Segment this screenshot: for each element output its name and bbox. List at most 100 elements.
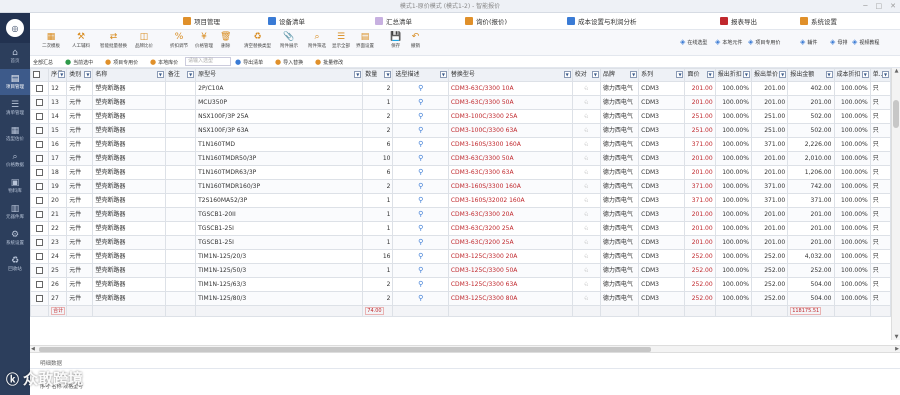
column-header[interactable]: 面价 ▼ xyxy=(684,68,716,82)
column-filter-icon[interactable]: ▼ xyxy=(384,71,392,78)
filter-input[interactable]: 请输入选型 xyxy=(185,57,231,66)
top-menu-item[interactable]: 设备清单 xyxy=(268,16,305,26)
location-pin-icon[interactable]: ⚲ xyxy=(418,238,423,246)
row-checkbox[interactable] xyxy=(36,280,44,288)
cell-select[interactable] xyxy=(30,277,50,292)
toolbar-right-button[interactable]: ◈ 母排 xyxy=(830,38,847,46)
row-checkbox[interactable] xyxy=(36,238,44,246)
column-header[interactable]: 报出金额 ▼ xyxy=(787,68,835,82)
toolbar2-button[interactable]: ● 项目专用价 xyxy=(105,57,138,67)
cell-select[interactable] xyxy=(30,81,50,96)
column-header[interactable]: 报出单价 ▼ xyxy=(750,68,789,82)
column-header[interactable]: 选型描述 ▼ xyxy=(392,68,449,82)
cell-select[interactable] xyxy=(30,95,50,110)
toolbar-button[interactable]: ⚒ 人工辅料 xyxy=(72,32,90,49)
table-row[interactable]: 17 元件 塑壳断路器 T1N160TMDR50/3P 10 ⚲ CDM3-63C/3300… xyxy=(30,151,891,166)
row-checkbox[interactable] xyxy=(36,98,44,106)
table-row[interactable]: 16 元件 塑壳断路器 T1N160TMD 6 ⚲ CDM3-160S/3300 160A ♘… xyxy=(30,137,891,152)
cell-select[interactable] xyxy=(30,193,50,208)
sidebar-item[interactable]: ⚙ 系统设置 xyxy=(0,225,30,251)
toolbar-button[interactable]: 💾 保存 xyxy=(390,32,401,49)
column-filter-icon[interactable]: ▼ xyxy=(591,71,599,78)
sidebar-item[interactable]: ☰ 清单管理 xyxy=(0,95,30,121)
column-filter-icon[interactable]: ▼ xyxy=(354,71,362,78)
location-pin-icon[interactable]: ⚲ xyxy=(418,182,423,190)
column-header[interactable]: 校对 ▼ xyxy=(571,68,601,82)
cell-select[interactable] xyxy=(30,235,50,250)
sidebar-item[interactable]: ▥ 元器件库 xyxy=(0,199,30,225)
row-checkbox[interactable] xyxy=(36,196,44,204)
toolbar-button[interactable]: ¥ 价格管理 xyxy=(195,32,213,49)
location-pin-icon[interactable]: ⚲ xyxy=(418,84,423,92)
top-menu-item[interactable]: 成本设置与利润分析 xyxy=(567,16,637,26)
sidebar-item[interactable]: ⌕ 价格数据 xyxy=(0,147,30,173)
toolbar-button[interactable]: % 折扣调节 xyxy=(170,32,188,49)
top-menu-item[interactable]: 询价(报价) xyxy=(465,16,507,26)
column-header[interactable]: 品牌 ▼ xyxy=(599,68,640,82)
column-filter-icon[interactable]: ▼ xyxy=(861,71,869,78)
column-header[interactable]: 类别 ▼ xyxy=(66,68,94,82)
location-pin-icon[interactable]: ⚲ xyxy=(418,98,423,106)
row-checkbox[interactable] xyxy=(36,294,44,302)
top-menu-item[interactable]: 汇总清单 xyxy=(375,16,412,26)
scroll-down-icon[interactable]: ▼ xyxy=(892,334,900,340)
column-header[interactable]: 名称 ▼ xyxy=(92,68,166,82)
row-checkbox[interactable] xyxy=(36,252,44,260)
column-header[interactable]: 成本折扣 ▼ xyxy=(833,68,871,82)
toolbar2-button[interactable]: ● 本地库价 xyxy=(150,57,178,67)
cell-select[interactable] xyxy=(30,179,50,194)
toolbar-right-button[interactable]: ◈ 本地元件 xyxy=(715,38,742,46)
column-header[interactable]: 替换型号 ▼ xyxy=(447,68,573,82)
toolbar-button[interactable]: ◫ 品牌比价 xyxy=(135,32,153,49)
column-filter-icon[interactable]: ▼ xyxy=(825,71,833,78)
column-header[interactable]: 序号 ▼ xyxy=(48,68,68,82)
toolbar-button[interactable]: ⇄ 智能批量替换 xyxy=(100,32,127,49)
table-row[interactable]: 12 元件 塑壳断路器 2P/C10A 2 ⚲ CDM3-63C/3300 10A ♘ 德力西电… xyxy=(30,81,891,96)
top-menu-item[interactable]: 项目管理 xyxy=(183,16,220,26)
cell-select[interactable] xyxy=(30,137,50,152)
scroll-thumb[interactable] xyxy=(893,100,899,128)
location-pin-icon[interactable]: ⚲ xyxy=(418,196,423,204)
cell-select[interactable] xyxy=(30,207,50,222)
table-row[interactable]: 23 元件 塑壳断路器 TGSCB1-25I 1 ⚲ CDM3-63C/3200 25A ♘ 德… xyxy=(30,235,891,250)
hscroll-thumb[interactable] xyxy=(39,347,651,352)
column-filter-icon[interactable]: ▼ xyxy=(156,71,164,78)
location-pin-icon[interactable]: ⚲ xyxy=(418,294,423,302)
select-all-checkbox[interactable] xyxy=(33,71,40,78)
column-header[interactable]: 单... ▼ xyxy=(869,68,891,82)
column-header[interactable]: 系列 ▼ xyxy=(638,68,686,82)
table-row[interactable]: 26 元件 塑壳断路器 TIM1N-125/63/3 2 ⚲ CDM3-125C/3300 … xyxy=(30,277,891,292)
toolbar2-button[interactable]: ● 批量修改 xyxy=(315,57,343,67)
toolbar-button[interactable]: ↶ 撤销 xyxy=(411,32,420,49)
location-pin-icon[interactable]: ⚲ xyxy=(418,112,423,120)
toolbar-right-button[interactable]: ◈ 在线选型 xyxy=(680,38,707,46)
column-filter-icon[interactable]: ▼ xyxy=(676,71,684,78)
scroll-up-icon[interactable]: ▲ xyxy=(892,68,900,74)
maximize-icon[interactable]: □ xyxy=(876,0,883,13)
table-row[interactable]: 13 元件 塑壳断路器 MCU350P 1 ⚲ CDM3-63C/3300 50A ♘ 德力西电… xyxy=(30,95,891,110)
column-filter-icon[interactable]: ▼ xyxy=(58,71,66,78)
table-row[interactable]: 24 元件 塑壳断路器 TIM1N-125/20/3 16 ⚲ CDM3-125C/3300… xyxy=(30,249,891,264)
table-row[interactable]: 14 元件 塑壳断路器 NSX100F/3P 25A 2 ⚲ CDM3-100C/3300 … xyxy=(30,109,891,124)
row-checkbox[interactable] xyxy=(36,182,44,190)
all-summary-label[interactable]: 全部汇总 xyxy=(33,57,53,67)
toolbar-right-button[interactable]: ◈ 视频教程 xyxy=(852,38,879,46)
row-checkbox[interactable] xyxy=(36,112,44,120)
close-icon[interactable]: ✕ xyxy=(890,0,896,13)
top-menu-item[interactable]: 系统设置 xyxy=(800,16,837,26)
toolbar-button[interactable]: ▦ 二次模板 xyxy=(42,32,60,49)
row-checkbox[interactable] xyxy=(36,84,44,92)
column-filter-icon[interactable]: ▼ xyxy=(439,71,447,78)
toolbar-button[interactable]: ♻ 清空替换类型 xyxy=(244,32,271,49)
column-header[interactable]: 原型号 ▼ xyxy=(195,68,364,82)
toolbar2-button[interactable]: ● 当前选中 xyxy=(65,57,93,67)
table-row[interactable]: 19 元件 塑壳断路器 T1N160TMDR160/3P 2 ⚲ CDM3-160S/330… xyxy=(30,179,891,194)
toolbar-button[interactable]: ▤ 界面设置 xyxy=(356,32,374,49)
column-header[interactable]: 备注 ▼ xyxy=(164,68,197,82)
table-row[interactable]: 22 元件 塑壳断路器 TGSCB1-25I 1 ⚲ CDM3-63C/3200 25A ♘ 德… xyxy=(30,221,891,236)
column-filter-icon[interactable]: ▼ xyxy=(779,71,787,78)
table-row[interactable]: 25 元件 塑壳断路器 TIM1N-125/50/3 1 ⚲ CDM3-125C/3300 … xyxy=(30,263,891,278)
location-pin-icon[interactable]: ⚲ xyxy=(418,224,423,232)
row-checkbox[interactable] xyxy=(36,210,44,218)
location-pin-icon[interactable]: ⚲ xyxy=(418,154,423,162)
